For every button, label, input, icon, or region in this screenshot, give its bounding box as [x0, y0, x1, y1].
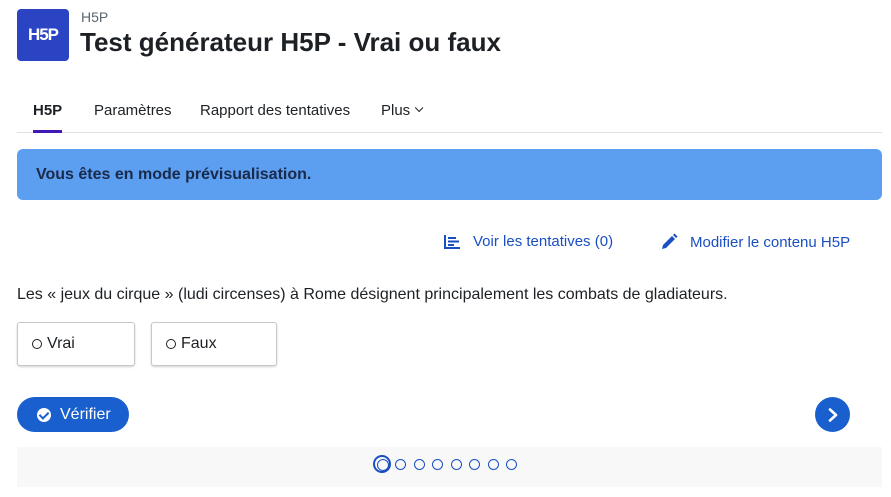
progress-dot[interactable] — [506, 458, 517, 470]
tab-label: Paramètres — [94, 101, 172, 119]
radio-icon — [32, 339, 42, 349]
option-label: Faux — [181, 335, 217, 352]
alert-text: Vous êtes en mode prévisualisation. — [36, 165, 312, 183]
answer-option-vrai[interactable]: Vrai — [17, 322, 135, 366]
progress-dot-current[interactable] — [373, 455, 391, 473]
secondary-navigation: H5P Paramètres Rapport des tentatives Pl… — [17, 88, 882, 133]
next-page-button[interactable] — [815, 397, 850, 432]
view-attempts-link[interactable]: Voir les tentatives (0) — [443, 233, 613, 250]
page-title: Test générateur H5P - Vrai ou faux — [80, 27, 501, 57]
view-attempts-label: Voir les tentatives (0) — [473, 233, 614, 250]
tab-h5p[interactable]: H5P — [33, 88, 63, 133]
tab-rapport-tentatives[interactable]: Rapport des tentatives — [200, 88, 350, 132]
check-label: Vérifier — [60, 405, 111, 423]
tab-label: Rapport des tentatives — [200, 101, 351, 119]
chevron-right-icon — [828, 407, 837, 422]
progress-dot[interactable] — [469, 458, 480, 470]
preview-mode-alert: Vous êtes en mode prévisualisation. — [17, 149, 882, 200]
answer-option-faux[interactable]: Faux — [151, 322, 277, 366]
tab-label: Plus — [381, 101, 411, 119]
tab-plus[interactable]: Plus — [381, 88, 424, 132]
option-label: Vrai — [47, 335, 75, 352]
tab-parametres[interactable]: Paramètres — [94, 88, 172, 132]
h5p-logo: H5P — [17, 9, 69, 61]
progress-dot[interactable] — [450, 458, 462, 470]
progress-dot[interactable] — [395, 458, 406, 470]
edit-content-link[interactable]: Modifier le contenu H5P — [660, 233, 850, 251]
progress-dot[interactable] — [432, 458, 443, 470]
activity-type-label: H5P — [81, 9, 109, 25]
progress-dot[interactable] — [487, 458, 499, 470]
question-text: Les « jeux du cirque » (ludi circenses) … — [17, 286, 728, 303]
tab-label: H5P — [33, 101, 63, 119]
radio-icon — [166, 339, 176, 349]
progress-dot[interactable] — [413, 458, 425, 470]
edit-content-label: Modifier le contenu H5P — [690, 233, 851, 251]
check-button[interactable]: Vérifier — [17, 397, 129, 432]
logo-text: H5P — [27, 25, 59, 44]
check-circle-icon — [37, 407, 51, 422]
page-progress-dots — [373, 455, 525, 473]
pencil-icon — [662, 233, 678, 249]
chevron-down-icon — [415, 103, 424, 113]
bar-chart-icon — [444, 234, 460, 249]
